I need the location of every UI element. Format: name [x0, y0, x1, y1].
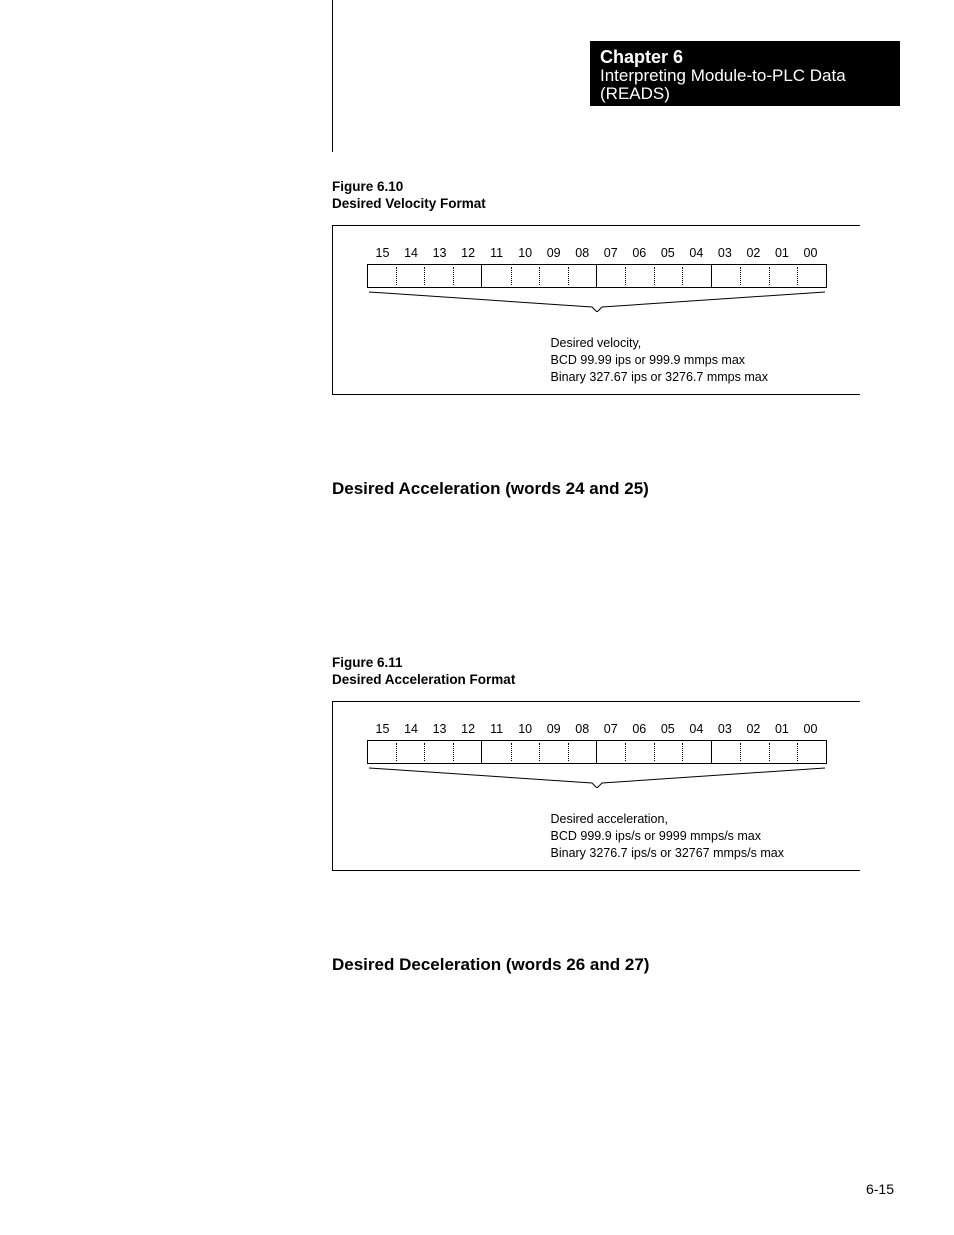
brace-icon: [367, 290, 827, 312]
bit-label: 15: [369, 246, 397, 260]
bit-field: 15 14 13 12 11 10 09 08 07 06 05 04 03 0…: [367, 722, 827, 862]
chapter-header-box: Chapter 6 Interpreting Module-to-PLC Dat…: [590, 41, 900, 106]
bit-numbers: 15 14 13 12 11 10 09 08 07 06 05 04 03 0…: [367, 246, 827, 264]
nibble-group: [367, 265, 482, 287]
bit-label: 13: [426, 722, 454, 736]
bit-label: 13: [426, 246, 454, 260]
bit-label: 02: [739, 246, 767, 260]
chapter-title-line1: Interpreting Module-to-PLC Data: [600, 67, 890, 85]
figure-description: Desired acceleration, BCD 999.9 ips/s or…: [367, 811, 827, 862]
desc-line: Binary 3276.7 ips/s or 32767 mmps/s max: [551, 845, 827, 862]
nibble-group: [711, 265, 827, 287]
bit-label: 03: [711, 246, 739, 260]
bit-label: 00: [796, 722, 824, 736]
bit-label: 08: [568, 722, 596, 736]
bit-label: 12: [454, 722, 482, 736]
bit-label: 03: [711, 722, 739, 736]
bit-field: 15 14 13 12 11 10 09 08 07 06 05 04 03 0…: [367, 246, 827, 386]
section-heading-deceleration: Desired Deceleration (words 26 and 27): [332, 955, 649, 975]
bit-label: 10: [511, 246, 539, 260]
bit-label: 07: [597, 722, 625, 736]
bit-label: 11: [483, 722, 511, 736]
bit-label: 09: [540, 246, 568, 260]
figure-description: Desired velocity, BCD 99.99 ips or 999.9…: [367, 335, 827, 386]
figure-number: Figure 6.10: [332, 179, 486, 196]
nibble-group: [481, 265, 596, 287]
figure-number: Figure 6.11: [332, 655, 515, 672]
bit-label: 12: [454, 246, 482, 260]
bit-label: 09: [540, 722, 568, 736]
desc-line: Desired velocity,: [551, 335, 827, 352]
bit-label: 06: [625, 246, 653, 260]
bit-label: 05: [654, 246, 682, 260]
page-number: 6-15: [866, 1181, 894, 1197]
vertical-rule: [332, 0, 333, 152]
bit-label: 07: [597, 246, 625, 260]
bit-label: 14: [397, 246, 425, 260]
bit-label: 04: [682, 722, 710, 736]
bit-label: 15: [369, 722, 397, 736]
desc-line: BCD 99.99 ips or 999.9 mmps max: [551, 352, 827, 369]
nibble-group: [481, 741, 596, 763]
bit-label: 10: [511, 722, 539, 736]
bit-box-row: [367, 740, 827, 764]
figure-diagram-2: 15 14 13 12 11 10 09 08 07 06 05 04 03 0…: [332, 701, 860, 871]
chapter-number: Chapter 6: [600, 48, 890, 67]
desc-line: Binary 327.67 ips or 3276.7 mmps max: [551, 369, 827, 386]
figure-caption-2: Figure 6.11 Desired Acceleration Format: [332, 655, 515, 689]
bit-box-row: [367, 264, 827, 288]
bit-label: 11: [483, 246, 511, 260]
desc-line: BCD 999.9 ips/s or 9999 mmps/s max: [551, 828, 827, 845]
chapter-title-line2: (READS): [600, 85, 890, 103]
nibble-group: [367, 741, 482, 763]
section-heading-acceleration: Desired Acceleration (words 24 and 25): [332, 479, 649, 499]
bit-label: 08: [568, 246, 596, 260]
nibble-group: [596, 265, 711, 287]
figure-title: Desired Velocity Format: [332, 196, 486, 213]
bit-label: 00: [796, 246, 824, 260]
bit-label: 06: [625, 722, 653, 736]
bit-label: 02: [739, 722, 767, 736]
nibble-group: [711, 741, 827, 763]
bit-label: 04: [682, 246, 710, 260]
figure-title: Desired Acceleration Format: [332, 672, 515, 689]
page: Chapter 6 Interpreting Module-to-PLC Dat…: [0, 0, 954, 1235]
bit-label: 01: [768, 722, 796, 736]
bit-label: 05: [654, 722, 682, 736]
figure-diagram-1: 15 14 13 12 11 10 09 08 07 06 05 04 03 0…: [332, 225, 860, 395]
bit-label: 14: [397, 722, 425, 736]
brace-icon: [367, 766, 827, 788]
desc-line: Desired acceleration,: [551, 811, 827, 828]
nibble-group: [596, 741, 711, 763]
bit-label: 01: [768, 246, 796, 260]
bit-numbers: 15 14 13 12 11 10 09 08 07 06 05 04 03 0…: [367, 722, 827, 740]
figure-caption-1: Figure 6.10 Desired Velocity Format: [332, 179, 486, 213]
